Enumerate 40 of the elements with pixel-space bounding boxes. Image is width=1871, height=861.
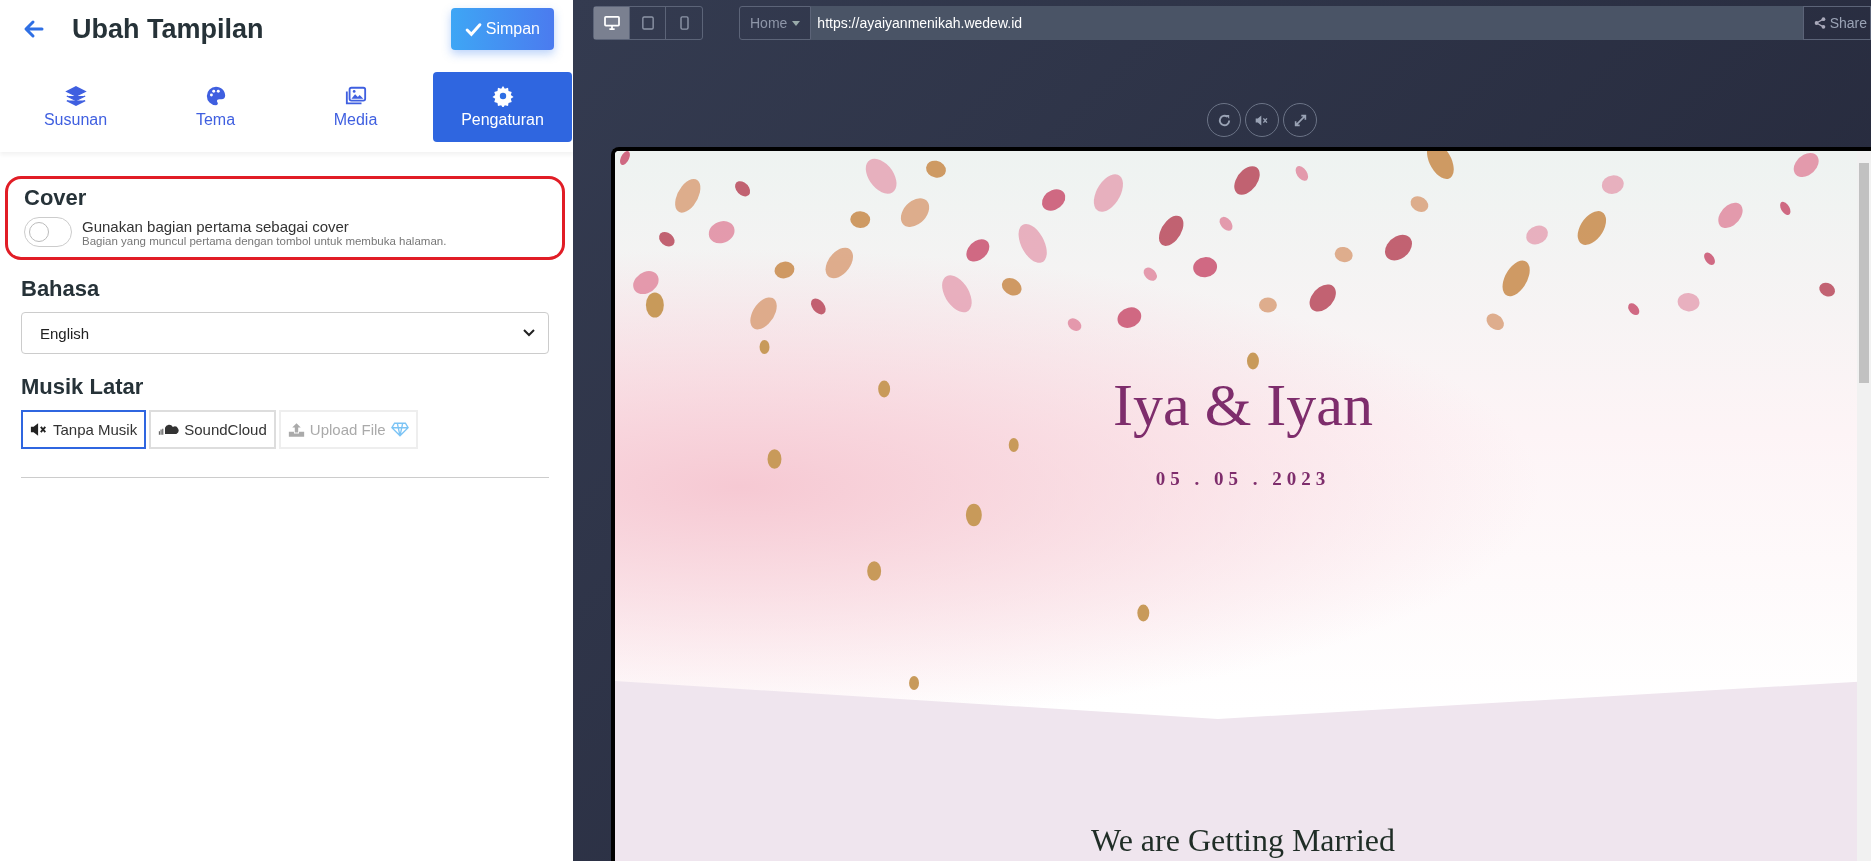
device-button[interactable] [594, 7, 630, 39]
url-field[interactable]: https://ayaiyanmenikah.wedew.id [811, 6, 1803, 40]
share-icon [1813, 17, 1826, 29]
mute-icon [1255, 114, 1269, 126]
tab[interactable]: Tema [146, 72, 285, 142]
cloud-icon [158, 424, 180, 435]
couple-names: Iya & Iyan [1113, 371, 1373, 440]
toggle-switch[interactable] [24, 217, 72, 247]
toggle-hint: Bagian yang muncul pertama dengan tombol untuk membuka halaman. [82, 234, 447, 247]
check-icon [464, 20, 482, 38]
tab[interactable]: Media [286, 72, 425, 142]
upload-icon [287, 421, 305, 438]
palette-icon [204, 85, 227, 107]
settings-icon [491, 85, 514, 107]
section-heading: Bahasa [21, 276, 101, 302]
tab[interactable]: Pengaturan [433, 72, 572, 142]
section-title: We are Getting Married [1091, 822, 1395, 859]
save-button[interactable]: Simpan [450, 8, 554, 50]
tablet-icon [641, 16, 654, 30]
diamond-icon [390, 422, 409, 437]
desktop-icon [603, 16, 620, 30]
images-icon [344, 85, 367, 107]
expand-icon [1293, 113, 1307, 127]
toggle-label: Gunakan bagian pertama sebagai cover [82, 217, 350, 235]
mute-icon [30, 423, 48, 436]
music-option-button[interactable]: Tanpa Musik [21, 410, 147, 449]
reload-icon [1216, 112, 1232, 128]
page-title: Ubah Tampilan [72, 13, 265, 45]
language-select[interactable]: English [21, 312, 549, 354]
section-heading: Cover [24, 185, 88, 211]
layers-icon [64, 85, 87, 107]
phone-icon [679, 16, 689, 30]
tab[interactable]: Susunan [6, 72, 145, 142]
share-button[interactable]: Share [1802, 6, 1871, 40]
wedding-date: 05 . 05 . 2023 [1155, 468, 1331, 490]
section-heading: Musik Latar [21, 374, 145, 400]
page-dropdown[interactable]: Home [739, 6, 812, 40]
music-option-button[interactable]: SoundCloud [149, 410, 276, 449]
caret-icon [792, 20, 801, 26]
chevron-down-icon [523, 329, 535, 337]
